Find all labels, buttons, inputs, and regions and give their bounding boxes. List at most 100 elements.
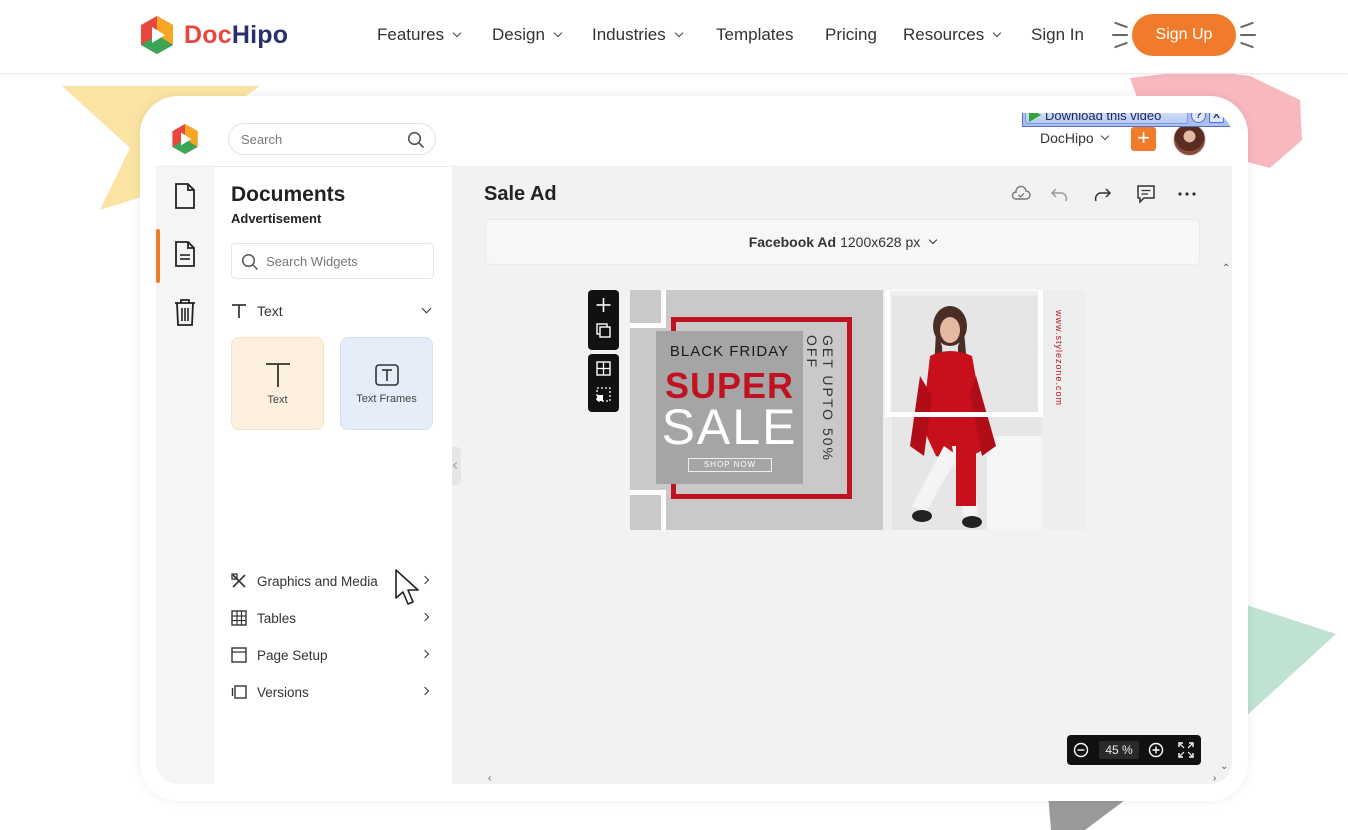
help-button[interactable]: ? xyxy=(1191,113,1206,123)
ad-design-canvas[interactable]: BLACK FRIDAY SUPER SALE SHOP NOW GET UPT… xyxy=(630,290,1085,530)
download-video-button[interactable]: Download this video xyxy=(1025,113,1188,124)
nav-design[interactable]: Design xyxy=(492,0,563,70)
rail-pages[interactable] xyxy=(156,225,214,283)
sign-in-link[interactable]: Sign In xyxy=(1031,0,1084,70)
chevron-down-icon xyxy=(993,28,1002,38)
widget-search-input[interactable]: Search Widgets xyxy=(231,243,434,279)
ad-sale-text[interactable]: SALE xyxy=(656,398,803,456)
chevron-right-icon xyxy=(420,686,430,696)
select-area-icon[interactable] xyxy=(588,382,619,410)
search-placeholder: Search xyxy=(241,131,283,147)
fullscreen-icon[interactable] xyxy=(1178,742,1194,758)
nav-label: Industries xyxy=(592,25,666,44)
download-video-bar: Download this video ? X xyxy=(1022,113,1232,127)
menu-tables[interactable]: Tables xyxy=(231,607,434,629)
scroll-left-arrow-icon[interactable]: ‹ xyxy=(488,773,491,784)
chevron-right-icon xyxy=(420,612,430,622)
text-section-toggle[interactable]: Text xyxy=(231,301,434,321)
text-frames-widget-tile[interactable]: Text Frames xyxy=(340,337,433,430)
scroll-up-arrow-icon[interactable]: ⌃ xyxy=(1222,263,1230,274)
zoom-out-icon[interactable] xyxy=(1073,742,1089,758)
comment-icon[interactable] xyxy=(1136,183,1156,205)
document-title[interactable]: Sale Ad xyxy=(484,183,557,206)
panel-collapse-handle[interactable] xyxy=(452,447,461,485)
size-name: Facebook Ad xyxy=(748,234,837,250)
close-button[interactable]: X xyxy=(1209,113,1224,123)
nav-label: Design xyxy=(492,25,545,44)
versions-icon xyxy=(231,685,247,699)
zoom-controls: 45 % xyxy=(1067,735,1201,765)
ad-white-frame xyxy=(885,290,1043,417)
dochipo-logo[interactable]: DocHipo xyxy=(138,14,288,56)
nav-industries[interactable]: Industries xyxy=(592,0,683,70)
account-name: DocHipo xyxy=(1040,130,1094,146)
menu-page-setup[interactable]: Page Setup xyxy=(231,644,434,666)
editor-app: Search DocHipo + Download this video ? X xyxy=(156,113,1232,784)
nav-resources[interactable]: Resources xyxy=(903,0,1002,70)
size-dimensions: 1200x628 px xyxy=(840,234,921,250)
chevron-right-icon xyxy=(420,649,430,659)
chevron-down-icon xyxy=(452,28,462,38)
nav-features[interactable]: Features xyxy=(377,0,462,70)
page-setup-icon xyxy=(231,647,247,663)
scroll-down-arrow-icon[interactable]: ⌄ xyxy=(1220,761,1228,772)
ad-black-friday-text[interactable]: BLACK FRIDAY xyxy=(656,343,803,360)
more-options-icon[interactable] xyxy=(1177,183,1197,205)
nav-label: Templates xyxy=(716,25,794,44)
cloud-save-icon[interactable] xyxy=(1011,183,1031,205)
dochipo-logo-icon xyxy=(141,16,173,54)
document-icon xyxy=(175,183,195,209)
search-icon[interactable] xyxy=(407,131,425,149)
chevron-down-icon xyxy=(553,28,563,38)
menu-label: Page Setup xyxy=(257,647,328,663)
menu-label: Graphics and Media xyxy=(257,573,378,589)
ad-white-corner xyxy=(630,490,666,530)
undo-icon[interactable] xyxy=(1050,183,1070,205)
zoom-level[interactable]: 45 % xyxy=(1099,741,1139,759)
menu-label: Tables xyxy=(257,610,297,626)
nav-pricing[interactable]: Pricing xyxy=(825,0,877,70)
rail-trash[interactable] xyxy=(156,283,214,341)
app-logo-icon[interactable] xyxy=(170,123,200,155)
text-widget-tile[interactable]: Text xyxy=(231,337,324,430)
menu-versions[interactable]: Versions xyxy=(231,681,434,703)
zoom-in-icon[interactable] xyxy=(1148,742,1164,758)
nav-templates[interactable]: Templates xyxy=(716,0,793,70)
rail-documents[interactable] xyxy=(156,167,214,225)
ad-white-corner xyxy=(630,290,666,328)
redo-icon[interactable] xyxy=(1092,183,1112,205)
avatar[interactable] xyxy=(1173,123,1206,156)
text-icon xyxy=(232,304,246,318)
sparkle-icon xyxy=(1112,34,1128,36)
text-section-label: Text xyxy=(257,303,283,319)
panel-title: Documents xyxy=(231,183,346,206)
sparkle-icon xyxy=(1240,34,1256,36)
sparkle-icon xyxy=(1240,41,1254,49)
app-search-input[interactable]: Search xyxy=(228,123,436,155)
account-dropdown[interactable]: DocHipo xyxy=(1040,130,1109,146)
grid-icon[interactable] xyxy=(588,354,619,382)
play-icon xyxy=(1029,113,1041,122)
scroll-right-arrow-icon[interactable]: › xyxy=(1213,773,1216,784)
nav-label: Features xyxy=(377,25,445,44)
menu-label: Versions xyxy=(257,684,309,700)
widget-search-placeholder: Search Widgets xyxy=(266,253,358,269)
left-icon-rail xyxy=(156,167,214,784)
add-button[interactable]: + xyxy=(1131,127,1156,151)
download-label: Download this video xyxy=(1045,113,1162,123)
chevron-down-icon xyxy=(421,303,432,314)
table-icon xyxy=(231,610,247,626)
sign-up-button[interactable]: Sign Up xyxy=(1132,14,1236,56)
duplicate-page-icon[interactable] xyxy=(588,318,619,346)
text-icon xyxy=(265,362,290,387)
ad-shop-now-button[interactable]: SHOP NOW xyxy=(688,458,772,472)
chevron-down-icon xyxy=(929,235,938,245)
sign-up-area: Sign Up xyxy=(1110,12,1258,58)
nav-label: Resources xyxy=(903,25,985,44)
ad-offer-text[interactable]: GET UPTO 50% OFF xyxy=(804,335,836,485)
widgets-panel: Documents Advertisement Search Widgets T… xyxy=(214,167,452,784)
page-size-selector[interactable]: Facebook Ad 1200x628 px xyxy=(485,219,1200,265)
sparkle-icon xyxy=(1114,41,1128,49)
add-page-icon[interactable] xyxy=(588,290,619,318)
ad-website-url[interactable]: www.stylezone.com xyxy=(1054,310,1064,406)
